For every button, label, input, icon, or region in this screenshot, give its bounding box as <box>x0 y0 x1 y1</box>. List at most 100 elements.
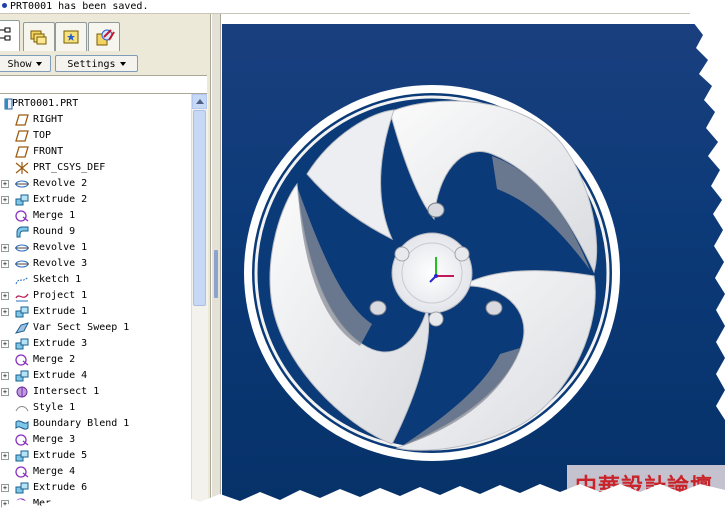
tree-item-label: PRT_CSYS_DEF <box>33 162 106 173</box>
tree-item[interactable]: Merge 1 <box>0 208 191 224</box>
merge-icon <box>15 354 29 366</box>
tree-item-label: Extrude 2 <box>33 194 88 205</box>
tree-item[interactable]: PRT0001.PRT <box>0 96 191 112</box>
tree-item[interactable]: RIGHT <box>0 112 191 128</box>
tree-item-label: Project 1 <box>33 290 88 301</box>
boundary-blend-icon <box>15 418 29 430</box>
tab-connections[interactable] <box>88 22 120 51</box>
tree-item[interactable]: + Project 1 <box>0 288 191 304</box>
tree-item[interactable]: + Extrude 4 <box>0 368 191 384</box>
extrude-icon <box>15 338 29 350</box>
scroll-up-arrow[interactable] <box>192 94 207 109</box>
tree-item[interactable]: TOP <box>0 128 191 144</box>
merge-icon <box>15 498 29 510</box>
panel-splitter[interactable] <box>211 14 221 521</box>
message-area: PRT0001 has been saved. <box>0 0 690 14</box>
tree-item[interactable]: Merge 3 <box>0 432 191 448</box>
folders-icon <box>30 30 47 45</box>
sweep-icon <box>14 322 29 334</box>
tree-item[interactable]: Style 1 <box>0 400 191 416</box>
tree-item[interactable]: + Revolve 3 <box>0 256 191 272</box>
tree-item-label: PRT0001.PRT <box>12 98 79 109</box>
style-icon <box>15 402 29 414</box>
expand-icon[interactable]: + <box>1 500 9 508</box>
watermark-url: bbs.chinade.net <box>581 497 700 512</box>
tree-item[interactable]: + Extrude 1 <box>0 304 191 320</box>
settings-button[interactable]: Settings <box>55 55 138 72</box>
tree-item-label: Merge 3 <box>33 434 76 445</box>
tree-item-label: Extrude 1 <box>33 306 88 317</box>
tree-item[interactable]: Boundary Blend 1 <box>0 416 191 432</box>
navigator-tabs <box>0 20 210 52</box>
expand-icon[interactable]: + <box>1 388 9 396</box>
tree-item-label: Extrude 4 <box>33 370 88 381</box>
expand-icon[interactable]: + <box>1 372 9 380</box>
splitter-grip[interactable] <box>214 250 218 298</box>
tree-vertical-scrollbar[interactable] <box>191 94 208 521</box>
tree-item[interactable]: Sketch 1 <box>0 272 191 288</box>
expand-icon[interactable]: + <box>1 340 9 348</box>
revolve-icon <box>15 242 29 254</box>
navigator-button-row: Show Settings <box>0 54 210 74</box>
tree-item[interactable]: + Merge <box>0 496 191 512</box>
tree-item-label: Revolve 2 <box>33 178 88 189</box>
tree-item-label: Boundary Blend 1 <box>33 418 130 429</box>
tree-item-label: Merge 2 <box>33 354 76 365</box>
expand-icon[interactable]: + <box>1 196 9 204</box>
project-icon <box>15 290 29 302</box>
connections-icon <box>96 29 115 46</box>
tree-item[interactable]: + Extrude 6 <box>0 480 191 496</box>
navigator-panel: Show Settings PRT0001.PRT RIGHT TOP FRONT PR… <box>0 14 211 521</box>
extrude-icon <box>15 306 29 318</box>
datum-plane-icon <box>15 114 29 126</box>
tree-item[interactable]: FRONT <box>0 144 191 160</box>
tree-item-label: Merge <box>33 498 64 509</box>
expand-icon[interactable]: + <box>1 452 9 460</box>
expand-icon[interactable]: + <box>1 308 9 316</box>
tree-item[interactable]: Round 9 <box>0 224 191 240</box>
tree-item-label: Sketch 1 <box>33 274 82 285</box>
expand-icon[interactable]: + <box>1 260 9 268</box>
expand-icon[interactable]: + <box>1 484 9 492</box>
tab-folder-browser[interactable] <box>23 22 55 51</box>
expand-icon[interactable]: + <box>1 244 9 252</box>
show-button[interactable]: Show <box>0 55 51 72</box>
graphics-window[interactable] <box>222 24 725 521</box>
extrude-icon <box>15 194 29 206</box>
tree-item[interactable]: + Revolve 2 <box>0 176 191 192</box>
tab-favorites[interactable] <box>55 22 87 51</box>
merge-icon <box>15 434 29 446</box>
tree-item[interactable]: Var Sect Sweep 1 <box>0 320 191 336</box>
favorites-icon <box>63 30 79 44</box>
tree-column-header <box>0 75 207 94</box>
tree-item[interactable]: + Extrude 5 <box>0 448 191 464</box>
tab-model-tree[interactable] <box>0 20 20 51</box>
tree-item-label: Merge 1 <box>33 210 76 221</box>
extrude-icon <box>15 482 29 494</box>
revolve-icon <box>15 258 29 270</box>
show-button-label: Show <box>7 59 32 70</box>
tree-item[interactable]: + Revolve 1 <box>0 240 191 256</box>
info-bullet-icon <box>2 3 7 8</box>
chevron-down-icon <box>35 62 42 66</box>
datum-plane-icon <box>15 130 29 142</box>
tree-item[interactable]: + Intersect 1 <box>0 384 191 400</box>
tree-item[interactable]: PRT_CSYS_DEF <box>0 160 191 176</box>
tree-item[interactable]: + Extrude 3 <box>0 336 191 352</box>
sketch-icon <box>15 274 29 286</box>
tree-item-label: TOP <box>33 130 52 141</box>
model-tree[interactable]: PRT0001.PRT RIGHT TOP FRONT PRT_CSYS_DEF + Rev… <box>0 94 191 521</box>
tree-item-label: RIGHT <box>33 114 64 125</box>
tree-item[interactable]: Merge 2 <box>0 352 191 368</box>
tree-item-label: Merge 4 <box>33 466 76 477</box>
tree-item-label: Var Sect Sweep 1 <box>33 322 130 333</box>
scroll-thumb[interactable] <box>193 110 206 306</box>
tree-item[interactable]: + Extrude 2 <box>0 192 191 208</box>
extrude-icon <box>15 450 29 462</box>
merge-icon <box>15 466 29 478</box>
merge-icon <box>15 210 29 222</box>
expand-icon[interactable]: + <box>1 292 9 300</box>
tree-item[interactable]: Merge 4 <box>0 464 191 480</box>
tree-item-label: Revolve 1 <box>33 242 88 253</box>
expand-icon[interactable]: + <box>1 180 9 188</box>
